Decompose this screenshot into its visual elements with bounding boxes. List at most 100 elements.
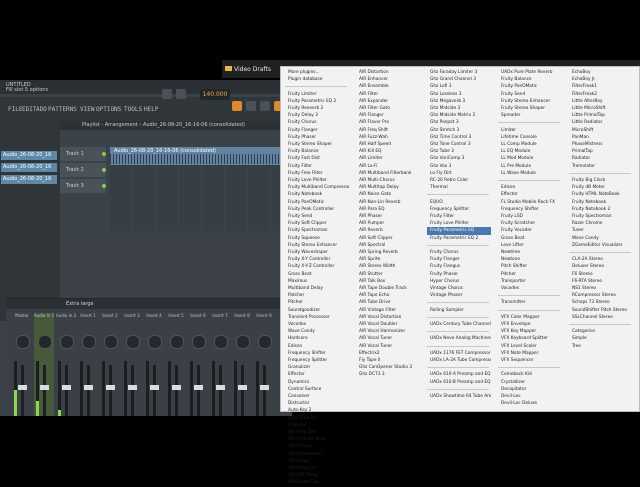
plugin-menu-item[interactable]: Pitcher bbox=[285, 299, 349, 306]
plugin-menu-item[interactable]: AIR Sprite bbox=[356, 256, 420, 263]
plugin-menu-item[interactable]: VFX Sequencer bbox=[498, 357, 562, 364]
plugin-menu-item[interactable]: AIR Multi-Chorus bbox=[356, 177, 420, 184]
plugin-menu-item[interactable]: AIR Talk Box bbox=[356, 278, 420, 285]
plugin-menu-item[interactable]: PrimalTap bbox=[569, 148, 633, 155]
fader-cap[interactable] bbox=[128, 385, 137, 390]
plugin-menu-item[interactable]: Fruity dB Meter bbox=[569, 184, 633, 191]
plugin-menu-item[interactable]: Little AlterBoy bbox=[569, 98, 633, 105]
plugin-menu-item[interactable]: F6 Stereo bbox=[569, 271, 633, 278]
plugin-menu-item[interactable]: Fruity Stereo Enhancer bbox=[498, 98, 562, 105]
plugin-menu-item[interactable]: Fruity Stereo Shaper bbox=[498, 105, 562, 112]
plugin-menu-item[interactable]: Frequency Shifter bbox=[498, 206, 562, 213]
plugin-menu-item[interactable]: AIR Compressor bbox=[285, 451, 349, 458]
plugin-menu-item[interactable]: Fruity X-Y-Z Controller bbox=[285, 263, 349, 270]
plugin-menu-item[interactable]: Fruity Notebook 2 bbox=[569, 206, 633, 213]
plugin-menu-item[interactable]: Fruity Balance bbox=[498, 76, 562, 83]
plugin-menu-item[interactable]: AIR Delay Pro bbox=[285, 465, 349, 472]
plugin-menu-item[interactable]: Plugin database bbox=[285, 76, 349, 83]
fader-cap[interactable] bbox=[194, 385, 203, 390]
plugin-menu-item[interactable]: LL Comp Module bbox=[498, 141, 562, 148]
plugin-menu-item[interactable]: AIR Diode Clip bbox=[285, 479, 349, 486]
plugin-menu-item[interactable]: UADx Pure Plate Reverb bbox=[498, 69, 562, 76]
plugin-menu-item[interactable]: Fruity Multiband Compressor bbox=[285, 184, 349, 191]
plugin-menu-item[interactable]: AIR Spring Reverb bbox=[356, 249, 420, 256]
tool-button[interactable] bbox=[246, 101, 256, 111]
plugin-menu-item[interactable]: Fruity Waveshaper bbox=[285, 249, 349, 256]
volume-fader[interactable] bbox=[131, 365, 134, 416]
plugin-menu-item[interactable]: AIR Fuzz-Wah bbox=[356, 134, 420, 141]
fader-cap[interactable] bbox=[18, 385, 27, 390]
volume-fader[interactable] bbox=[241, 365, 244, 416]
plugin-menu-item[interactable]: Rolling Sampler bbox=[427, 307, 491, 314]
plugin-menu-item[interactable]: Crystallizer bbox=[498, 379, 562, 386]
plugin-menu-item[interactable]: AIR Amp Sim bbox=[285, 429, 349, 436]
plugin-menu-item[interactable]: Hyper Chorus bbox=[427, 278, 491, 285]
clip-item[interactable]: Audio_26-08-20_16 bbox=[1, 163, 57, 172]
plugin-menu-item[interactable]: AIR Para EQ bbox=[356, 206, 420, 213]
plugin-menu-item[interactable]: AIR Noise Gate bbox=[356, 191, 420, 198]
plugin-menu-item[interactable]: AIR Expander bbox=[356, 98, 420, 105]
mixer-strip[interactable]: Insert 5 bbox=[166, 313, 186, 416]
plugin-menu-item[interactable]: Fruity Parametric EQ 2 bbox=[427, 235, 491, 242]
plugin-menu-item[interactable]: Hardcore bbox=[285, 335, 349, 342]
plugin-menu-item[interactable]: Razer Chrome bbox=[569, 220, 633, 227]
mixer-strip[interactable]: Insert 6 bbox=[188, 313, 208, 416]
plugin-menu-item[interactable]: AIR Freq Shift bbox=[356, 127, 420, 134]
plugin-menu-item[interactable]: PhaseMistress bbox=[569, 141, 633, 148]
plugin-menu-item[interactable]: Fruity Soft Clipper bbox=[285, 220, 349, 227]
plugin-menu-item[interactable]: Pitch Shifter bbox=[498, 263, 562, 270]
mixer-strip[interactable]: Insert 2 bbox=[100, 313, 120, 416]
plugin-menu-item[interactable]: Radiator bbox=[569, 155, 633, 162]
plugin-menu-item[interactable]: Effectrix2 bbox=[356, 350, 420, 357]
plugin-menu-item[interactable]: LL EQ Module bbox=[498, 148, 562, 155]
plugin-menu-item[interactable]: AIR Distortion bbox=[356, 69, 420, 76]
plugin-menu-item[interactable]: Tuner bbox=[569, 227, 633, 234]
volume-fader[interactable] bbox=[263, 365, 266, 416]
plugin-menu-item[interactable]: NS1 Stereo bbox=[569, 285, 633, 292]
plugin-menu-item[interactable]: Ghz Lofi 3 bbox=[427, 83, 491, 90]
plugin-menu-item[interactable]: Lo Fly Dirt bbox=[427, 170, 491, 177]
volume-fader[interactable] bbox=[43, 365, 46, 416]
plugin-menu-item[interactable]: Fruity Flanger bbox=[285, 127, 349, 134]
plugin-menu-item[interactable]: Scheps 73 Stereo bbox=[569, 299, 633, 306]
plugin-menu-item[interactable]: Fruity Scratcher bbox=[498, 220, 562, 227]
plugin-menu-item[interactable]: UADx 1176 FET Compressor bbox=[427, 350, 491, 357]
mixer-layout-label[interactable]: Extra large bbox=[66, 301, 93, 307]
plugin-menu-item[interactable]: AIR Multitap Delay bbox=[356, 184, 420, 191]
plugin-menu-item[interactable]: Simple bbox=[569, 335, 633, 342]
plugin-menu-item[interactable]: Thermal bbox=[427, 184, 491, 191]
plugin-menu-item[interactable]: Newtone bbox=[498, 256, 562, 263]
plugin-menu-item[interactable]: Ghz Tube 3 bbox=[427, 148, 491, 155]
menu-view[interactable]: VIEW bbox=[80, 106, 94, 113]
plugin-menu-item[interactable]: Fruity Stereo Shaper bbox=[285, 141, 349, 148]
fader-cap[interactable] bbox=[172, 385, 181, 390]
plugin-menu-item[interactable]: AIR Kill EQ bbox=[356, 148, 420, 155]
plugin-menu-item[interactable]: Fruity Flanger bbox=[427, 256, 491, 263]
plugin-menu-item[interactable]: AIR Pumper bbox=[356, 220, 420, 227]
plugin-menu-item[interactable]: PanMan bbox=[569, 134, 633, 141]
plugin-menu-item[interactable]: Dynamics bbox=[285, 379, 349, 386]
volume-fader[interactable] bbox=[109, 365, 112, 416]
menu-add[interactable]: ADD bbox=[36, 106, 47, 113]
plugin-menu-item[interactable]: Deluxer Stereo bbox=[569, 263, 633, 270]
plugin-menu-item[interactable]: VFX Keyboard Splitter bbox=[498, 335, 562, 342]
plugin-menu-item[interactable]: Frequency Shifter bbox=[285, 350, 349, 357]
plugin-menu-item[interactable]: AIR Filter bbox=[356, 91, 420, 98]
plugin-menu-item[interactable]: AIR Stutter bbox=[356, 271, 420, 278]
plugin-menu-item[interactable]: Fruity Reeverb 2 bbox=[285, 105, 349, 112]
track-header[interactable]: Track 3 bbox=[60, 179, 106, 193]
snap-button[interactable] bbox=[232, 101, 242, 111]
plugin-menu-item[interactable]: AIR Phaser bbox=[356, 213, 420, 220]
plugin-menu-item[interactable]: Effector bbox=[285, 371, 349, 378]
plugin-menu-item[interactable]: VFX Key Mapper bbox=[498, 328, 562, 335]
plugin-menu-item[interactable]: Vocodex bbox=[285, 321, 349, 328]
plugin-menu-item[interactable]: Ghz Grand Channel 3 bbox=[427, 76, 491, 83]
plugin-menu-item[interactable]: AIR Tape Echo bbox=[356, 292, 420, 299]
pan-knob[interactable] bbox=[170, 335, 184, 349]
plugin-menu-item[interactable]: Ghz Time Control 3 bbox=[427, 134, 491, 141]
plugin-menu-item[interactable]: Fruity Delay 3 bbox=[285, 112, 349, 119]
plugin-menu-item[interactable]: UADx 610-B Preamp and EQ bbox=[427, 379, 491, 386]
plugin-menu-item[interactable]: Transporter bbox=[498, 278, 562, 285]
plugin-menu-item[interactable]: VFX Note Mapper bbox=[498, 350, 562, 357]
plugin-menu-item[interactable]: UADx Neve Analog Machines Essentials bbox=[427, 335, 491, 342]
